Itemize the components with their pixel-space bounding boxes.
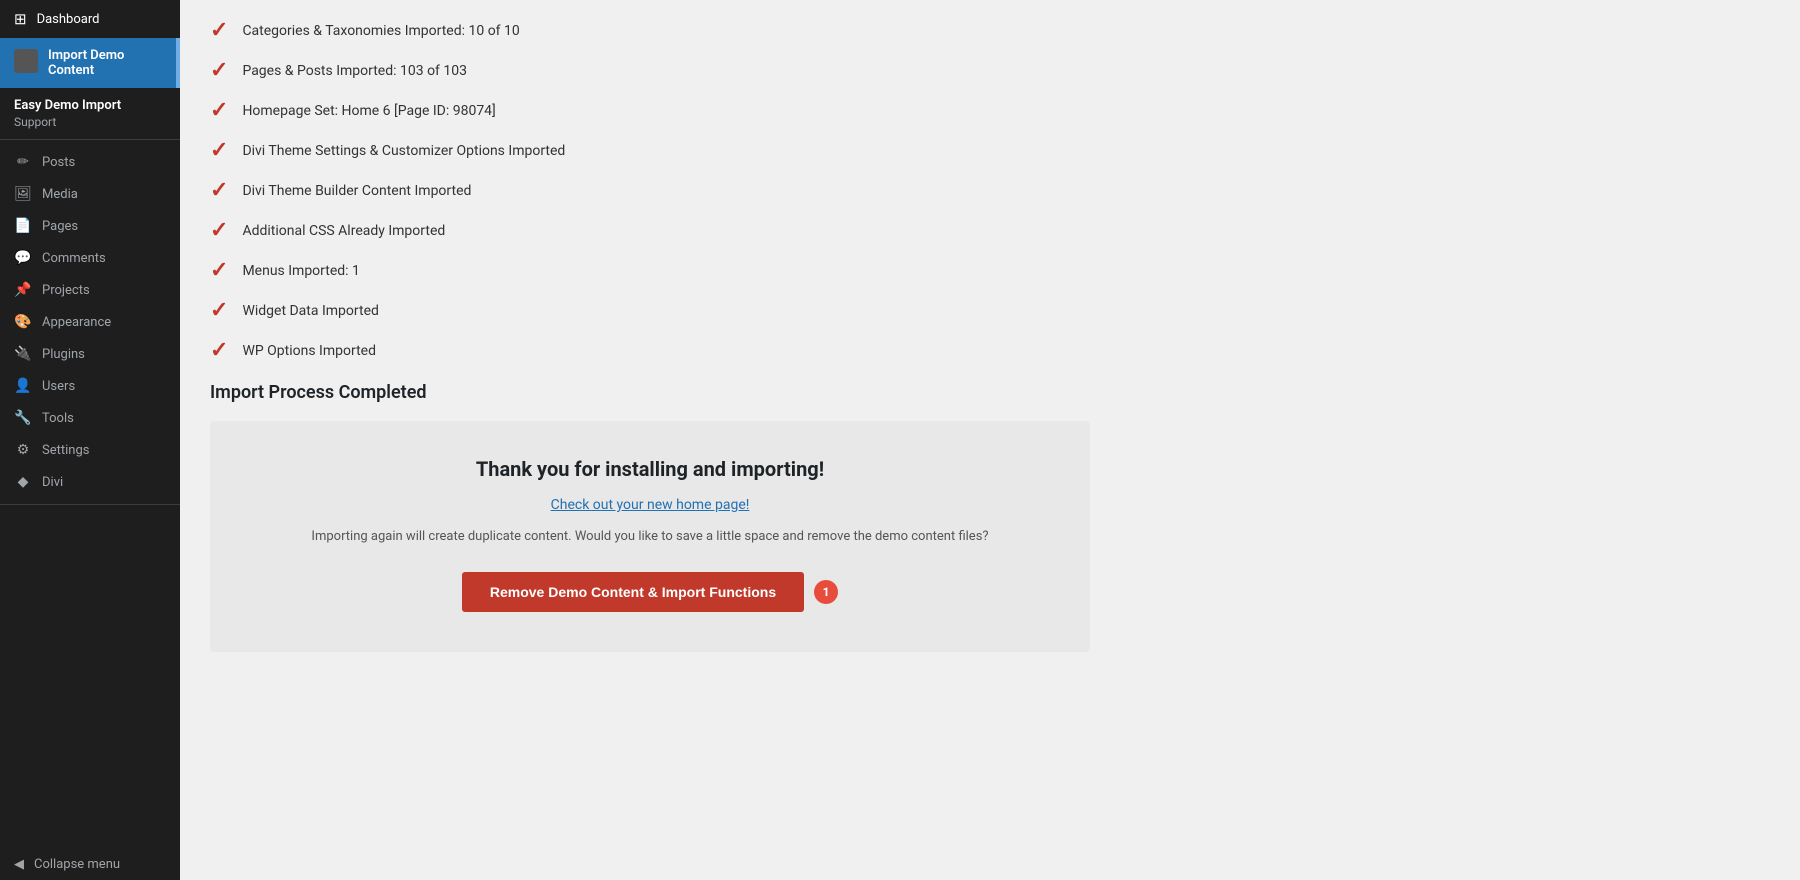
plugins-icon: 🔌: [14, 346, 32, 362]
sidebar-item-media[interactable]: 🖼 Media: [0, 178, 180, 210]
easy-demo-import-title: Easy Demo Import: [14, 98, 166, 113]
check-text: Widget Data Imported: [242, 303, 378, 319]
divi-icon: ◆: [14, 474, 32, 490]
check-item: ✓ Divi Theme Settings & Customizer Option…: [210, 140, 1770, 162]
remove-demo-button[interactable]: Remove Demo Content & Import Functions: [462, 572, 804, 612]
check-item: ✓ Menus Imported: 1: [210, 260, 1770, 282]
comments-icon: 💬: [14, 250, 32, 266]
sidebar-nav: ✏ Posts 🖼 Media 📄 Pages 💬 Comments 📌 Projects 🎨 App…: [0, 146, 180, 498]
checkmark-icon: ✓: [210, 60, 228, 82]
sidebar-collapse-label: Collapse menu: [34, 857, 120, 872]
tools-icon: 🔧: [14, 410, 32, 426]
dashboard-icon: ⊞: [14, 10, 27, 28]
completion-box: Thank you for installing and importing! …: [210, 421, 1090, 652]
import-demo-icon: [14, 49, 38, 77]
sidebar-item-label-projects: Projects: [42, 283, 90, 298]
check-text: Pages & Posts Imported: 103 of 103: [242, 63, 467, 79]
checkmark-icon: ✓: [210, 260, 228, 282]
check-item: ✓ Homepage Set: Home 6 [Page ID: 98074]: [210, 100, 1770, 122]
check-text: WP Options Imported: [242, 343, 376, 359]
sidebar-item-import-demo[interactable]: Import Demo Content: [0, 38, 180, 88]
appearance-icon: 🎨: [14, 314, 32, 330]
sidebar-item-appearance[interactable]: 🎨 Appearance: [0, 306, 180, 338]
check-item: ✓ Widget Data Imported: [210, 300, 1770, 322]
check-text: Divi Theme Settings & Customizer Options…: [242, 143, 565, 159]
check-item: ✓ Categories & Taxonomies Imported: 10 of…: [210, 20, 1770, 42]
sidebar-item-divi[interactable]: ◆ Divi: [0, 466, 180, 498]
sidebar-item-label-tools: Tools: [42, 411, 74, 426]
sidebar-item-label-appearance: Appearance: [42, 315, 111, 330]
sidebar-item-label-comments: Comments: [42, 251, 106, 266]
checkmark-icon: ✓: [210, 20, 228, 42]
checkmark-icon: ✓: [210, 340, 228, 362]
import-complete-heading: Import Process Completed: [210, 382, 1770, 403]
checkmark-icon: ✓: [210, 180, 228, 202]
main-content: ✓ Categories & Taxonomies Imported: 10 of…: [180, 0, 1800, 880]
sidebar-item-tools[interactable]: 🔧 Tools: [0, 402, 180, 434]
checkmark-icon: ✓: [210, 300, 228, 322]
settings-icon: ⚙: [14, 442, 32, 458]
sidebar-item-projects[interactable]: 📌 Projects: [0, 274, 180, 306]
check-item: ✓ Pages & Posts Imported: 103 of 103: [210, 60, 1770, 82]
import-check-list: ✓ Categories & Taxonomies Imported: 10 of…: [210, 20, 1770, 362]
sidebar-item-settings[interactable]: ⚙ Settings: [0, 434, 180, 466]
collapse-icon: ◀: [14, 857, 24, 872]
projects-icon: 📌: [14, 282, 32, 298]
check-text: Additional CSS Already Imported: [242, 223, 445, 239]
check-text: Menus Imported: 1: [242, 263, 359, 279]
completion-note: Importing again will create duplicate co…: [240, 529, 1060, 544]
sidebar-item-label-pages: Pages: [42, 219, 78, 234]
sidebar-item-pages[interactable]: 📄 Pages: [0, 210, 180, 242]
check-item: ✓ WP Options Imported: [210, 340, 1770, 362]
sidebar-item-dashboard[interactable]: ⊞ Dashboard: [0, 0, 180, 38]
checkmark-icon: ✓: [210, 220, 228, 242]
sidebar-item-users[interactable]: 👤 Users: [0, 370, 180, 402]
sidebar-item-label-divi: Divi: [42, 475, 63, 490]
sidebar-import-demo-label: Import Demo Content: [48, 48, 166, 78]
sidebar-item-plugins[interactable]: 🔌 Plugins: [0, 338, 180, 370]
remove-demo-button-label: Remove Demo Content & Import Functions: [490, 584, 776, 600]
support-link[interactable]: Support: [14, 115, 166, 129]
users-icon: 👤: [14, 378, 32, 394]
sidebar-divider-1: [0, 139, 180, 140]
posts-icon: ✏: [14, 154, 32, 170]
sidebar-item-posts[interactable]: ✏ Posts: [0, 146, 180, 178]
check-item: ✓ Divi Theme Builder Content Imported: [210, 180, 1770, 202]
sidebar-collapse-button[interactable]: ◀ Collapse menu: [0, 849, 180, 880]
sidebar-divider-2: [0, 504, 180, 505]
media-icon: 🖼: [14, 186, 32, 202]
check-text: Homepage Set: Home 6 [Page ID: 98074]: [242, 103, 495, 119]
checkmark-icon: ✓: [210, 100, 228, 122]
check-text: Divi Theme Builder Content Imported: [242, 183, 471, 199]
home-page-link[interactable]: Check out your new home page!: [240, 497, 1060, 513]
sidebar-item-label-users: Users: [42, 379, 75, 394]
sidebar-item-label-posts: Posts: [42, 155, 75, 170]
sidebar-dashboard-label: Dashboard: [37, 12, 100, 27]
checkmark-icon: ✓: [210, 140, 228, 162]
sidebar-item-comments[interactable]: 💬 Comments: [0, 242, 180, 274]
sidebar-item-label-plugins: Plugins: [42, 347, 85, 362]
check-item: ✓ Additional CSS Already Imported: [210, 220, 1770, 242]
sidebar-item-label-settings: Settings: [42, 443, 89, 458]
completion-title: Thank you for installing and importing!: [240, 457, 1060, 481]
sidebar: ⊞ Dashboard Import Demo Content Easy Dem…: [0, 0, 180, 880]
sidebar-section-easy-demo: Easy Demo Import Support: [0, 88, 180, 133]
sidebar-item-label-media: Media: [42, 187, 78, 202]
pages-icon: 📄: [14, 218, 32, 234]
badge-count: 1: [814, 580, 838, 604]
check-text: Categories & Taxonomies Imported: 10 of …: [242, 23, 519, 39]
